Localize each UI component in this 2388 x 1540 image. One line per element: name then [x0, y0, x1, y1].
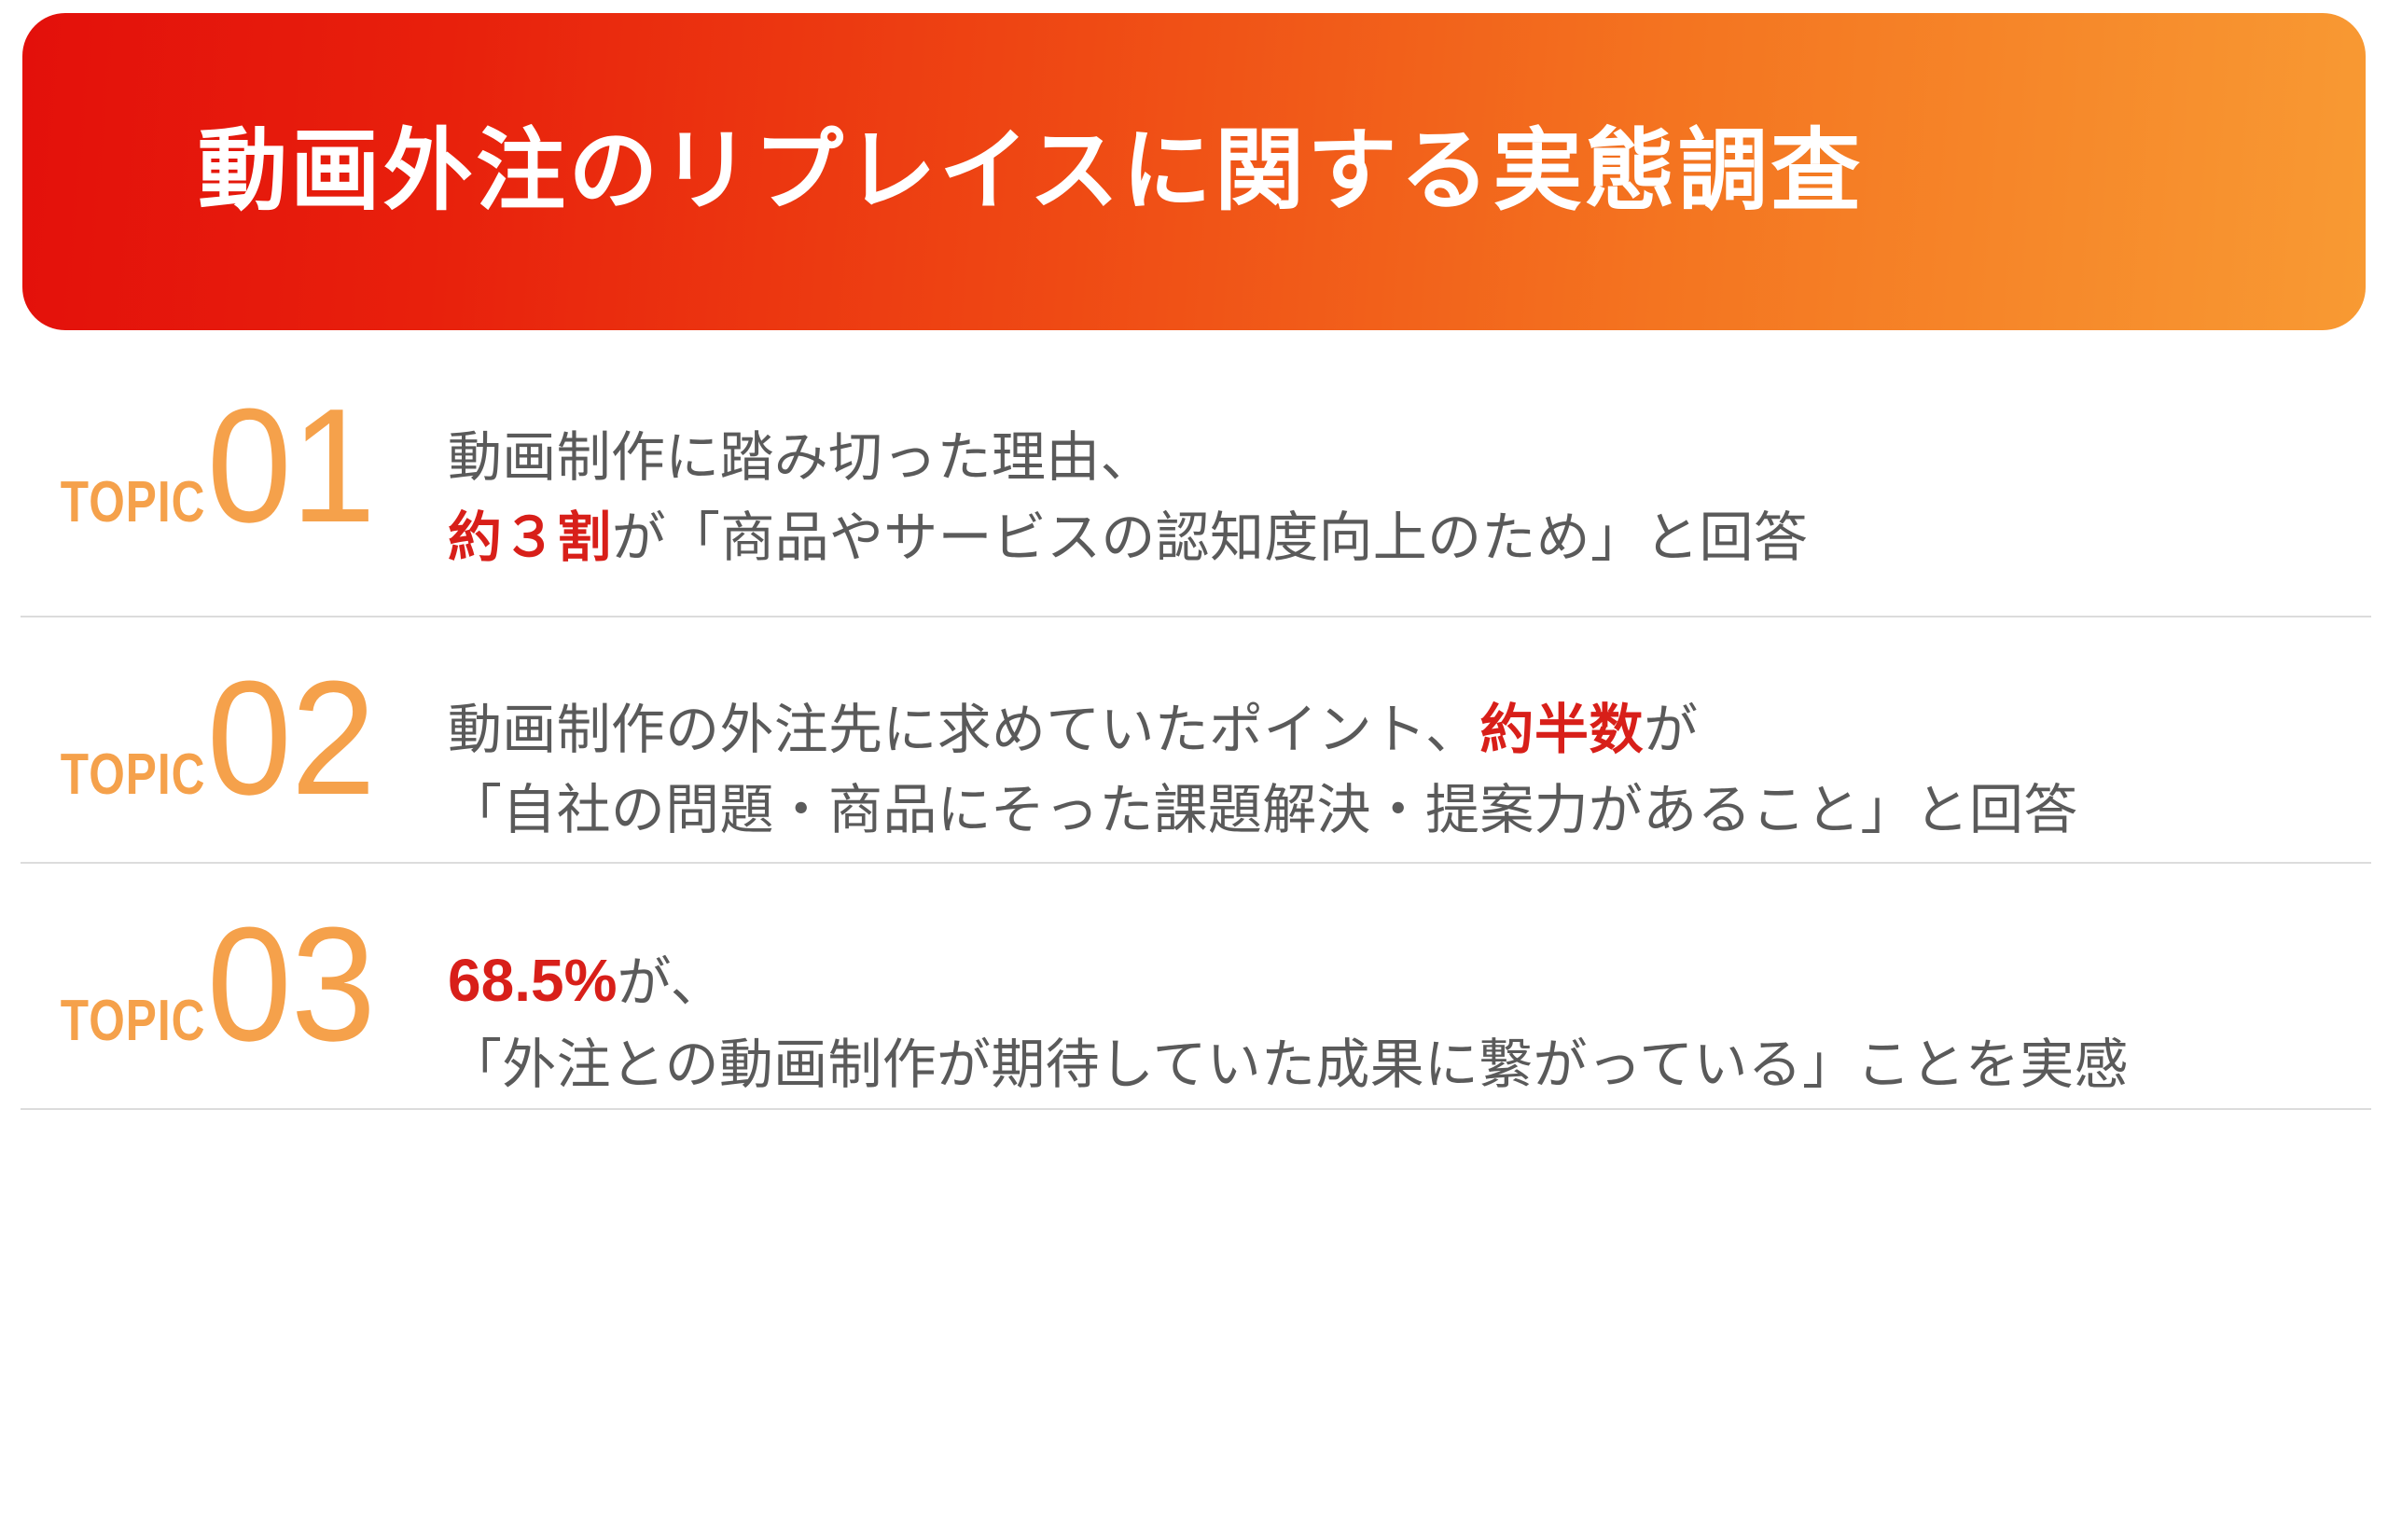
topic-text-line1: 68.5%が、 [448, 936, 2351, 1025]
topic-label: TOPIC [60, 742, 206, 807]
topic-body-02: 動画制作の外注先に求めていたポイント、約半数が 「自社の問題・商品にそった課題解… [448, 666, 2351, 851]
emphasis-value: 約半数 [1479, 700, 1645, 760]
topic-row: TOPIC 03 68.5%が、 「外注との動画制作が期待していた成果に繋がって… [0, 864, 2388, 1108]
topic-number: 02 [206, 646, 376, 828]
header-banner: 動画外注のリプレイスに関する実態調査 [22, 13, 2366, 330]
emphasis-value: 68.5% [448, 947, 618, 1014]
topic-text-line1: 動画制作に踏み切った理由、 [448, 427, 1155, 488]
topic-number: 01 [206, 374, 376, 556]
topic-label: TOPIC [60, 989, 206, 1053]
topic-text-suffix: が [1644, 700, 1699, 760]
topic-text-suffix: が、 [617, 952, 725, 1013]
topic-row: TOPIC 01 動画制作に踏み切った理由、 約３割が「商品やサービスの認知度向… [0, 373, 2388, 616]
topic-text-prefix: 動画制作の外注先に求めていたポイント、 [448, 700, 1480, 760]
topic-list: TOPIC 01 動画制作に踏み切った理由、 約３割が「商品やサービスの認知度向… [0, 373, 2388, 1326]
topic-text-line2: 「外注との動画制作が期待していた成果に繋がっている」ことを実感 [448, 1034, 2129, 1095]
page-title: 動画外注のリプレイスに関する実態調査 [198, 121, 1864, 221]
topic-text-suffix: が「商品やサービスの認知度向上のため」と回答 [611, 506, 1809, 568]
topic-body-03: 68.5%が、 「外注との動画制作が期待していた成果に繋がっている」ことを実感 [448, 912, 2351, 1105]
bottom-spacer [0, 1110, 2388, 1326]
infographic-page: 動画外注のリプレイスに関する実態調査 TOPIC 01 動画制作に踏み切った理由… [0, 0, 2388, 1540]
topic-text-line1: 動画制作の外注先に求めていたポイント、約半数が [448, 690, 2351, 770]
topic-text-line2: 約３割が「商品やサービスの認知度向上のため」と回答 [448, 498, 2351, 578]
topic-row: TOPIC 02 動画制作の外注先に求めていたポイント、約半数が 「自社の問題・… [0, 617, 2388, 862]
topic-body-01: 動画制作に踏み切った理由、 約３割が「商品やサービスの認知度向上のため」と回答 [448, 394, 2351, 578]
topic-label: TOPIC [60, 470, 206, 534]
topic-number: 03 [206, 893, 376, 1075]
topic-badge-02: TOPIC 02 [45, 646, 448, 828]
topic-badge-03: TOPIC 03 [45, 893, 448, 1075]
topic-text-line2: 「自社の問題・商品にそった課題解決・提案力があること」と回答 [448, 779, 2078, 840]
topic-badge-01: TOPIC 01 [45, 374, 448, 556]
emphasis-value: 約３割 [448, 506, 612, 568]
